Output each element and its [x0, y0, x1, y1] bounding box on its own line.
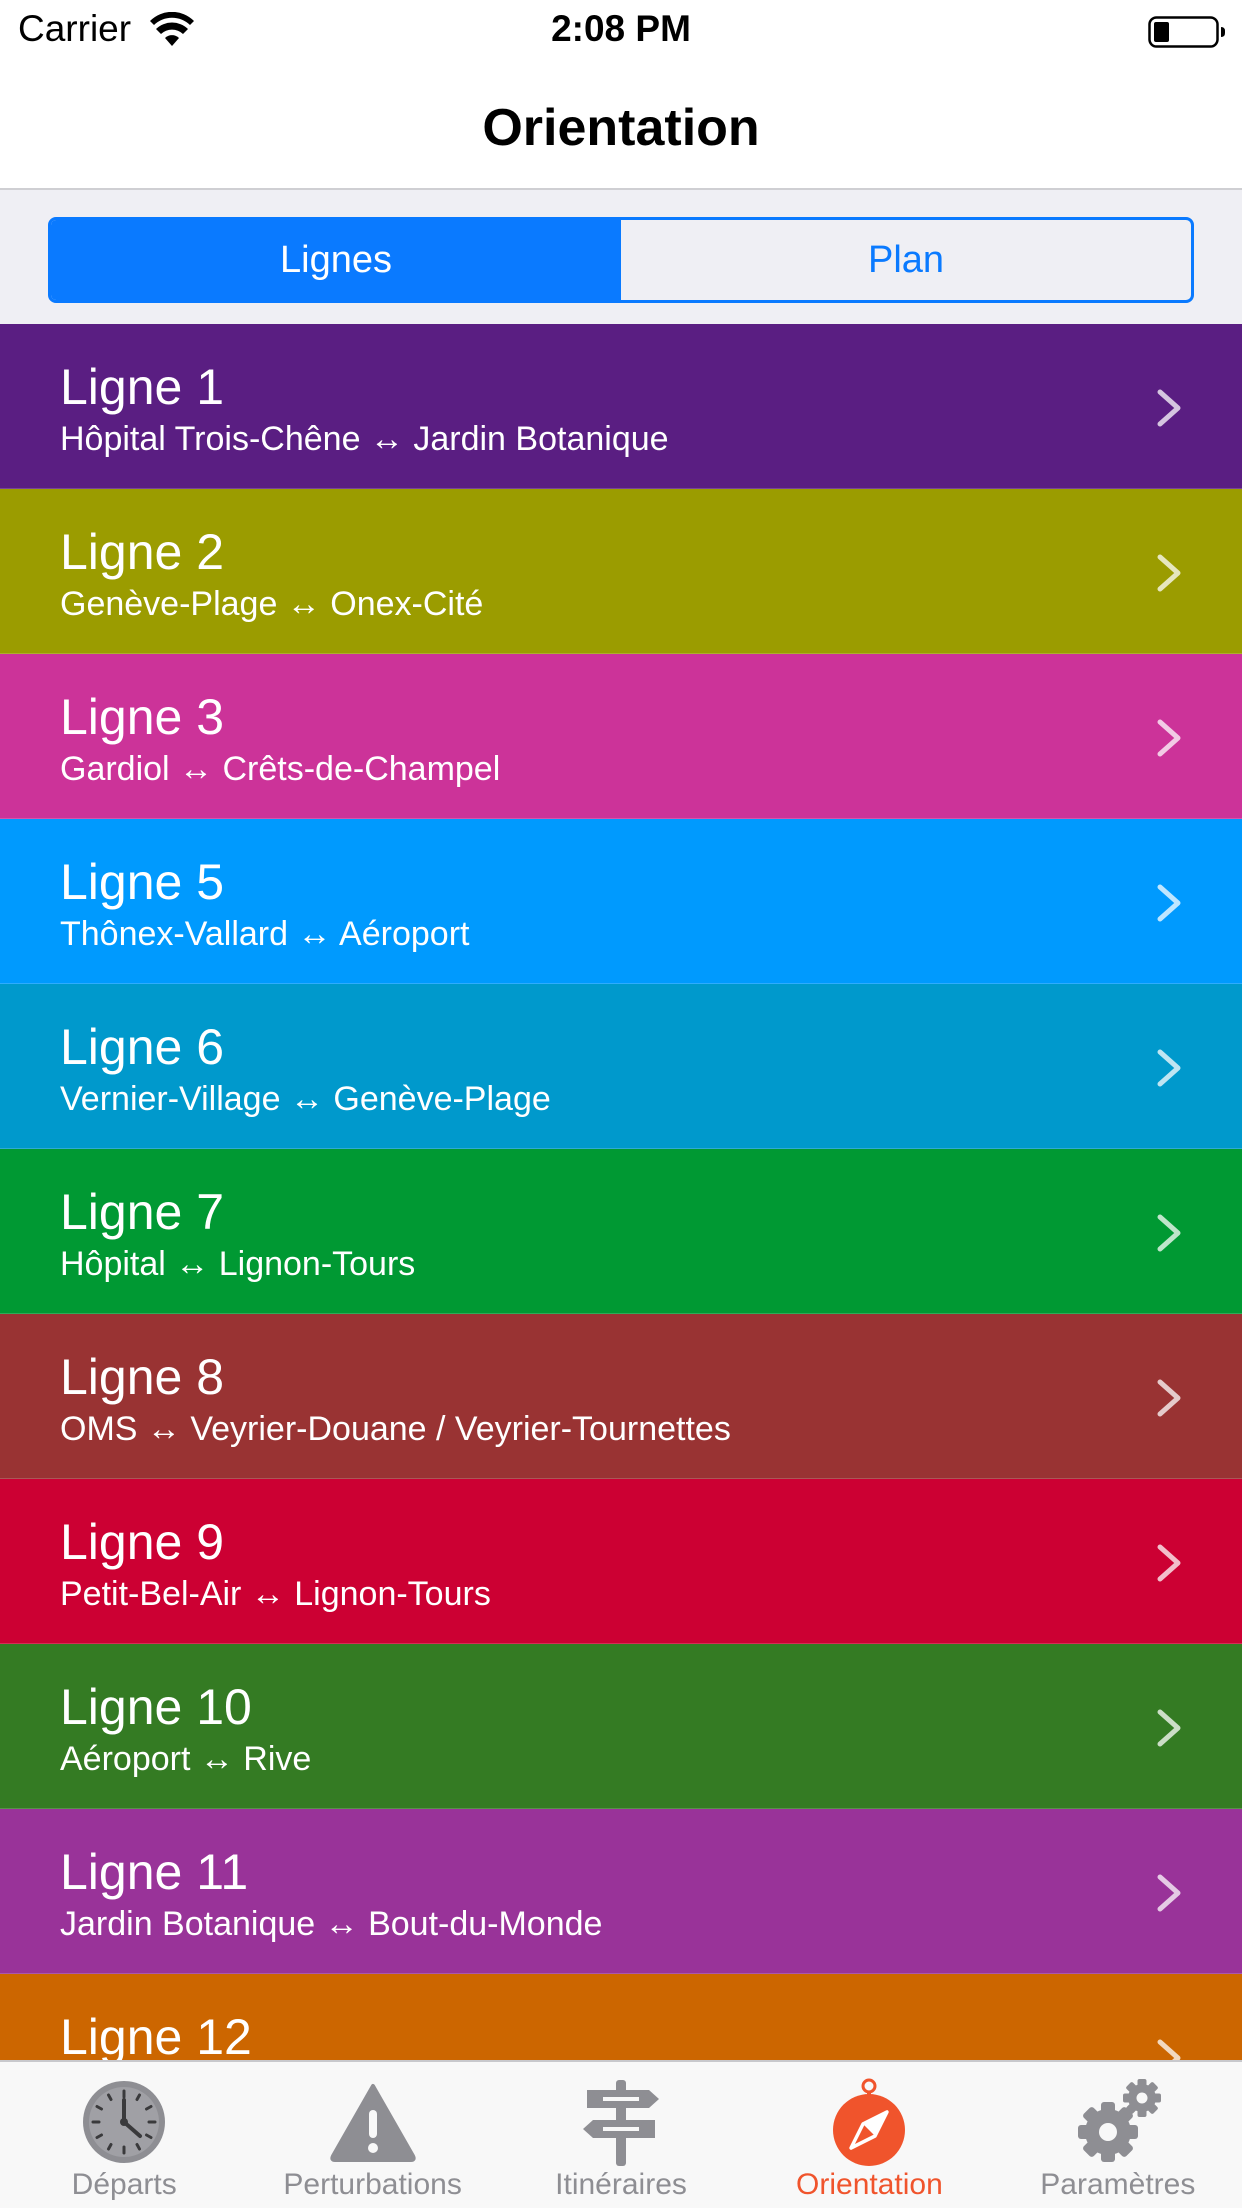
status-bar: Carrier 2:08 PM	[0, 0, 1242, 60]
clock-icon	[83, 2081, 166, 2163]
segment-plan[interactable]: Plan	[621, 220, 1191, 300]
battery-icon	[1148, 16, 1225, 48]
line-route: Thônex-Vallard ↔ Aéroport	[60, 915, 470, 953]
line-name: Ligne 5	[60, 854, 225, 910]
line-route: OMS ↔ Veyrier-Douane / Veyrier-Tournette…	[60, 1410, 731, 1448]
chevron-right-icon	[1157, 719, 1181, 757]
line-row[interactable]: Ligne 6 Vernier-Village ↔ Genève-Plage	[0, 984, 1242, 1149]
line-route: Hôpital Trois-Chêne ↔ Jardin Botanique	[60, 420, 669, 458]
chevron-right-icon	[1157, 1049, 1181, 1087]
segment-lignes[interactable]: Lignes	[51, 220, 621, 300]
tab-departs[interactable]: Départs	[0, 2062, 248, 2208]
chevron-right-icon	[1157, 389, 1181, 427]
line-name: Ligne 9	[60, 1514, 225, 1570]
chevron-right-icon	[1157, 554, 1181, 592]
line-name: Ligne 6	[60, 1019, 225, 1075]
line-route: Gardiol ↔ Crêts-de-Champel	[60, 750, 501, 788]
chevron-right-icon	[1157, 1874, 1181, 1912]
warning-icon	[329, 2084, 416, 2162]
chevron-right-icon	[1157, 2039, 1181, 2060]
tab-label-departs: Départs	[71, 2168, 177, 2201]
line-row[interactable]: Ligne 10 Aéroport ↔ Rive	[0, 1644, 1242, 1809]
tab-parametres[interactable]: Paramètres	[994, 2062, 1242, 2208]
line-row[interactable]: Ligne 3 Gardiol ↔ Crêts-de-Champel	[0, 654, 1242, 819]
line-route: Hôpital ↔ Lignon-Tours	[60, 1245, 416, 1283]
page-title: Orientation	[482, 99, 760, 157]
line-route: Aéroport ↔ Rive	[60, 1740, 312, 1778]
chevron-right-icon	[1157, 884, 1181, 922]
lines-list: Ligne 1 Hôpital Trois-Chêne ↔ Jardin Bota…	[0, 324, 1242, 2060]
tab-label-parametres: Paramètres	[1040, 2168, 1196, 2201]
segmented-control: Lignes Plan	[48, 217, 1194, 303]
line-row[interactable]: Ligne 5 Thônex-Vallard ↔ Aéroport	[0, 819, 1242, 984]
line-row[interactable]: Ligne 1 Hôpital Trois-Chêne ↔ Jardin Bota…	[0, 324, 1242, 489]
chevron-right-icon	[1157, 1709, 1181, 1747]
line-name: Ligne 8	[60, 1349, 225, 1405]
line-route: Genève-Plage ↔ Onex-Cité	[60, 585, 484, 623]
chevron-right-icon	[1157, 1544, 1181, 1582]
line-row[interactable]: Ligne 12	[0, 1974, 1242, 2060]
line-row[interactable]: Ligne 11 Jardin Botanique ↔ Bout-du-Monde	[0, 1809, 1242, 1974]
line-row[interactable]: Ligne 9 Petit-Bel-Air ↔ Lignon-Tours	[0, 1479, 1242, 1644]
line-name: Ligne 12	[60, 2009, 252, 2060]
line-name: Ligne 7	[60, 1184, 225, 1240]
tab-bar: Départs Perturbations Itinéraires Orient…	[0, 2060, 1242, 2208]
line-name: Ligne 10	[60, 1679, 252, 1735]
compass-icon	[833, 2078, 906, 2166]
status-time: 2:08 PM	[551, 8, 691, 49]
signpost-icon	[583, 2080, 660, 2166]
line-name: Ligne 2	[60, 524, 225, 580]
line-row[interactable]: Ligne 2 Genève-Plage ↔ Onex-Cité	[0, 489, 1242, 654]
nav-bar: Orientation	[0, 60, 1242, 190]
line-name: Ligne 3	[60, 689, 225, 745]
tab-label-perturbations: Perturbations	[283, 2168, 462, 2201]
tab-orientation[interactable]: Orientation	[745, 2062, 993, 2208]
gears-icon	[1077, 2079, 1161, 2162]
tab-label-itineraires: Itinéraires	[555, 2168, 687, 2201]
line-route: Vernier-Village ↔ Genève-Plage	[60, 1080, 551, 1118]
line-route: Petit-Bel-Air ↔ Lignon-Tours	[60, 1575, 491, 1613]
tab-itineraires[interactable]: Itinéraires	[497, 2062, 745, 2208]
line-row[interactable]: Ligne 7 Hôpital ↔ Lignon-Tours	[0, 1149, 1242, 1314]
line-name: Ligne 11	[60, 1844, 249, 1900]
line-name: Ligne 1	[60, 359, 225, 415]
line-row[interactable]: Ligne 8 OMS ↔ Veyrier-Douane / Veyrier-To…	[0, 1314, 1242, 1479]
line-route: Jardin Botanique ↔ Bout-du-Monde	[60, 1905, 603, 1943]
tab-perturbations[interactable]: Perturbations	[248, 2062, 496, 2208]
segment-area: Lignes Plan	[0, 190, 1242, 324]
tab-label-orientation: Orientation	[796, 2168, 943, 2201]
chevron-right-icon	[1157, 1214, 1181, 1252]
chevron-right-icon	[1157, 1379, 1181, 1417]
